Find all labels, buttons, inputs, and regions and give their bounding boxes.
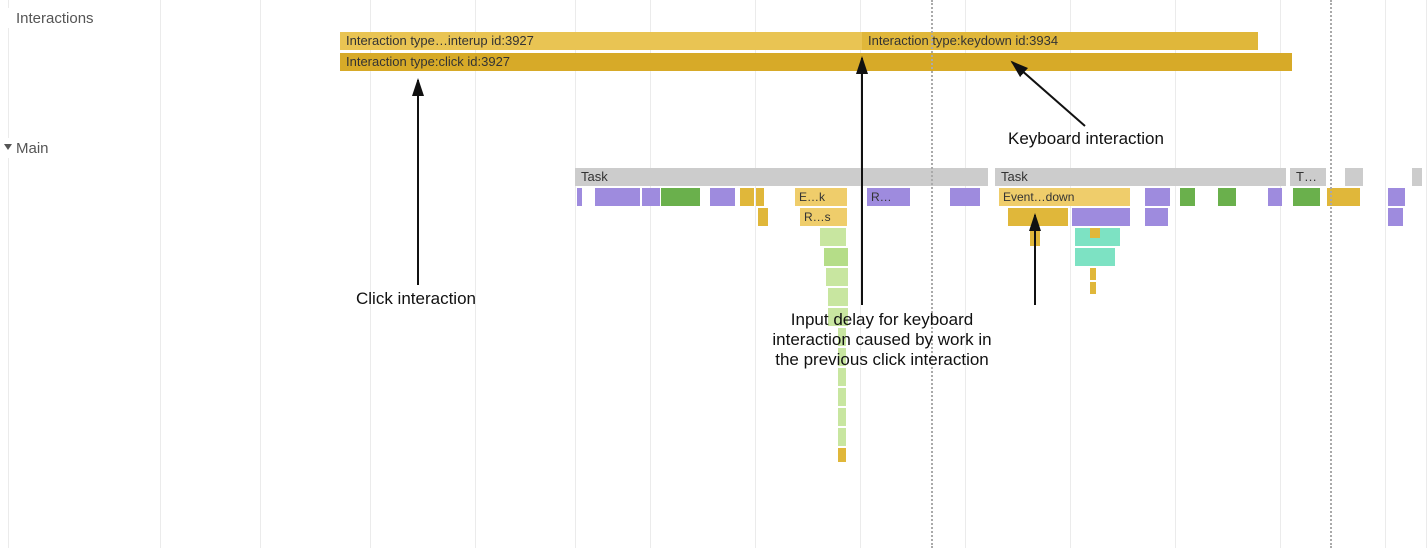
frame[interactable] (1075, 248, 1115, 266)
frame[interactable] (1268, 188, 1282, 206)
frame-event-down[interactable]: Event…down (999, 188, 1130, 206)
frame[interactable] (820, 228, 846, 246)
frame[interactable] (642, 188, 660, 206)
main-track-label[interactable]: Main (0, 138, 160, 158)
time-marker (931, 0, 933, 548)
frame[interactable] (740, 188, 754, 206)
frame[interactable] (577, 188, 582, 206)
annotation-click: Click interaction (356, 289, 476, 309)
frame[interactable] (710, 188, 735, 206)
task-bar-3[interactable]: T… (1290, 168, 1326, 186)
frame[interactable] (758, 208, 768, 226)
frame[interactable] (838, 388, 846, 406)
frame[interactable] (950, 188, 980, 206)
interactions-track-label[interactable]: Interactions (0, 8, 160, 28)
annotation-input-delay: Input delay for keyboard interaction cau… (752, 310, 1012, 370)
annotation-arrows (0, 0, 1428, 548)
frame[interactable] (1145, 208, 1168, 226)
frame[interactable] (1090, 228, 1100, 238)
frame[interactable] (838, 428, 846, 446)
frame[interactable] (1293, 188, 1320, 206)
frame[interactable] (838, 408, 846, 426)
frame[interactable] (838, 368, 846, 386)
frame[interactable] (1388, 208, 1403, 226)
time-marker (1330, 0, 1332, 548)
frame[interactable] (828, 288, 848, 306)
frame[interactable] (756, 188, 764, 206)
interaction-pointerup-bar[interactable]: Interaction type…interup id:3927 (340, 32, 862, 50)
frame[interactable] (1008, 208, 1068, 226)
interaction-keydown-bar[interactable]: Interaction type:keydown id:3934 (862, 32, 1258, 50)
grid (0, 0, 1428, 548)
frame[interactable] (838, 448, 846, 462)
task-bar-2[interactable]: Task (995, 168, 1286, 186)
task-bar-4[interactable] (1345, 168, 1363, 186)
frame[interactable] (661, 188, 700, 206)
frame[interactable] (595, 188, 640, 206)
frame[interactable] (1388, 188, 1405, 206)
frame[interactable] (824, 248, 848, 266)
interaction-click-bar[interactable]: Interaction type:click id:3927 (340, 53, 1292, 71)
frame-ek[interactable]: E…k (795, 188, 847, 206)
frame[interactable] (1090, 268, 1096, 280)
frame-rs[interactable]: R…s (800, 208, 847, 226)
frame[interactable] (826, 268, 848, 286)
frame[interactable] (1030, 228, 1040, 246)
frame[interactable] (1180, 188, 1195, 206)
frame-r[interactable]: R… (867, 188, 910, 206)
annotation-keyboard: Keyboard interaction (1008, 129, 1164, 149)
frame[interactable] (1072, 208, 1130, 226)
frame[interactable] (1090, 282, 1096, 294)
frame[interactable] (1218, 188, 1236, 206)
task-bar-5[interactable] (1412, 168, 1422, 186)
frame[interactable] (1145, 188, 1170, 206)
task-bar-1[interactable]: Task (575, 168, 988, 186)
